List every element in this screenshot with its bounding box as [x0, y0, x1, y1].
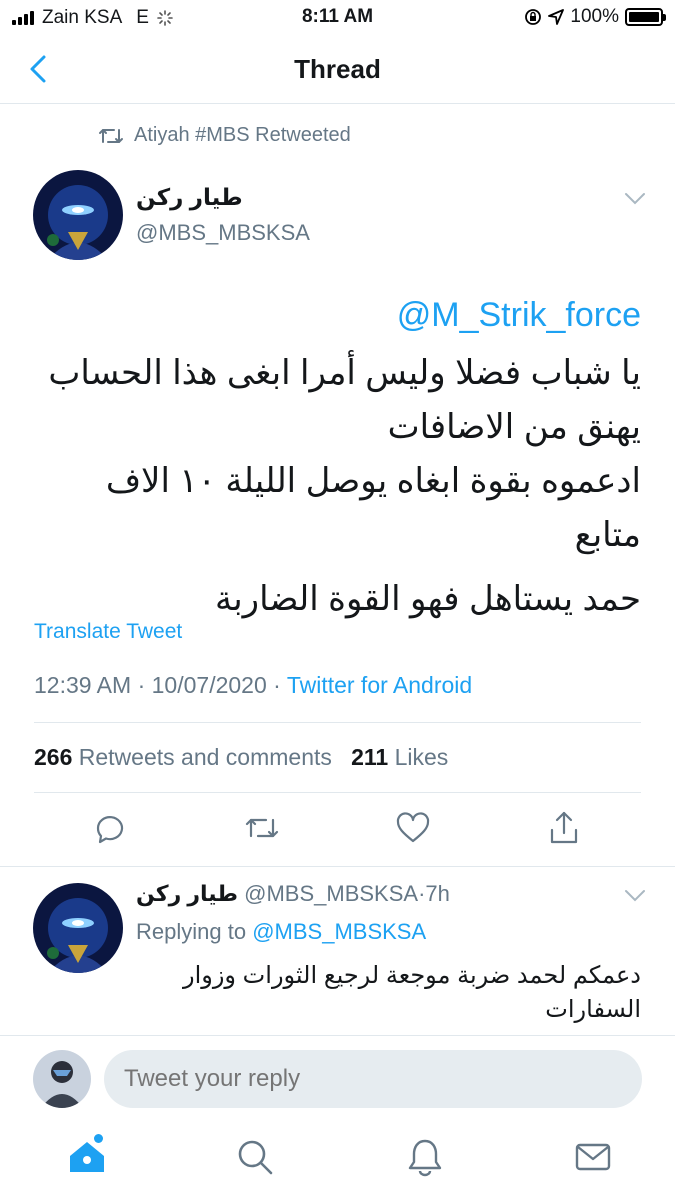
- tweet-body: @M_Strik_force يا شباب فضلا وليس أمرا اب…: [34, 288, 641, 626]
- divider: [34, 722, 641, 723]
- reply-composer: [0, 1048, 675, 1120]
- retweet-icon: [99, 128, 123, 143]
- notification-dot: [94, 1134, 103, 1143]
- tweet-source-link[interactable]: Twitter for Android: [287, 672, 472, 698]
- replying-to: Replying to @MBS_MBSKSA: [136, 919, 426, 945]
- tweet-actions: [0, 808, 675, 858]
- retweets-label: Retweets and comments: [78, 744, 332, 770]
- tweet-time: 12:39 AM: [34, 672, 132, 698]
- location-icon: [548, 9, 565, 25]
- tweet-author-handle[interactable]: @MBS_MBSKSA: [136, 220, 310, 246]
- notifications-icon: [408, 1139, 442, 1177]
- tab-messages[interactable]: [572, 1136, 614, 1178]
- tab-notifications[interactable]: [404, 1136, 446, 1178]
- tweet-meta: 12:39 AM · 10/07/2020 · Twitter for Andr…: [34, 672, 472, 699]
- meta-separator: ·: [137, 672, 146, 698]
- chevron-down-icon[interactable]: [624, 192, 646, 206]
- tweet-line: ادعموه بقوة ابغاه يوصل الليلة ١٠ الاف مت…: [105, 462, 641, 554]
- page-title: Thread: [294, 54, 381, 84]
- likes-stat[interactable]: 211 Likes: [351, 744, 448, 770]
- chevron-down-icon[interactable]: [624, 889, 646, 903]
- share-icon[interactable]: [544, 808, 584, 848]
- reply-tweet[interactable]: طيار ركن @MBS_MBSKSA·7h Replying to @MBS…: [0, 866, 675, 1036]
- replying-to-handle[interactable]: @MBS_MBSKSA: [252, 919, 426, 944]
- reply-input[interactable]: [104, 1050, 642, 1108]
- comment-icon[interactable]: [90, 808, 130, 848]
- avatar[interactable]: [33, 170, 123, 260]
- retweet-context-text: Atiyah #MBS Retweeted: [134, 124, 351, 146]
- reply-text: دعمكم لحمد ضربة موجعة لرجيع الثورات وزوا…: [182, 962, 641, 1023]
- reply-header: طيار ركن @MBS_MBSKSA·7h: [136, 881, 450, 907]
- battery-icon: [625, 8, 666, 26]
- like-icon[interactable]: [393, 808, 433, 848]
- battery-percent: 100%: [570, 6, 619, 27]
- status-bar: Zain KSA E 8:11 AM 100%: [0, 0, 675, 36]
- tweet-author-name[interactable]: طيار ركن: [136, 184, 243, 211]
- reply-author-handle[interactable]: @MBS_MBSKSA: [244, 881, 418, 906]
- retweet-icon[interactable]: [242, 808, 282, 848]
- tab-search[interactable]: [234, 1136, 276, 1178]
- tab-home[interactable]: [66, 1134, 108, 1178]
- tweet-date: 10/07/2020: [151, 672, 267, 698]
- home-icon: [70, 1142, 104, 1172]
- likes-label: Likes: [394, 744, 449, 770]
- divider: [34, 792, 641, 793]
- tweet-line: يهنق من الاضافات: [387, 408, 641, 446]
- tweet-stats: 266 Retweets and comments 211 Likes: [34, 744, 448, 771]
- retweets-count: 266: [34, 744, 73, 770]
- tab-bar: [0, 1120, 675, 1200]
- mention-link[interactable]: @M_Strik_force: [34, 288, 641, 342]
- nav-bar: Thread: [0, 36, 675, 104]
- messages-icon: [575, 1143, 611, 1171]
- retweet-context[interactable]: Atiyah #MBS Retweeted: [98, 124, 351, 147]
- reply-author-name[interactable]: طيار ركن: [136, 881, 238, 906]
- meta-separator: ·: [273, 672, 281, 698]
- search-icon: [238, 1140, 273, 1175]
- retweets-stat[interactable]: 266 Retweets and comments: [34, 744, 332, 770]
- translate-tweet-link[interactable]: Translate Tweet: [34, 620, 182, 644]
- lock-rotation-icon: [525, 9, 542, 25]
- avatar[interactable]: [33, 1050, 91, 1108]
- likes-count: 211: [351, 744, 389, 770]
- replying-to-label: Replying to: [136, 919, 247, 944]
- reply-age: 7h: [425, 881, 450, 906]
- avatar[interactable]: [33, 883, 123, 973]
- tweet-line: حمد يستاهل فهو القوة الضاربة: [214, 580, 641, 618]
- tweet-line: يا شباب فضلا وليس أمرا ابغى هذا الحساب: [48, 354, 641, 392]
